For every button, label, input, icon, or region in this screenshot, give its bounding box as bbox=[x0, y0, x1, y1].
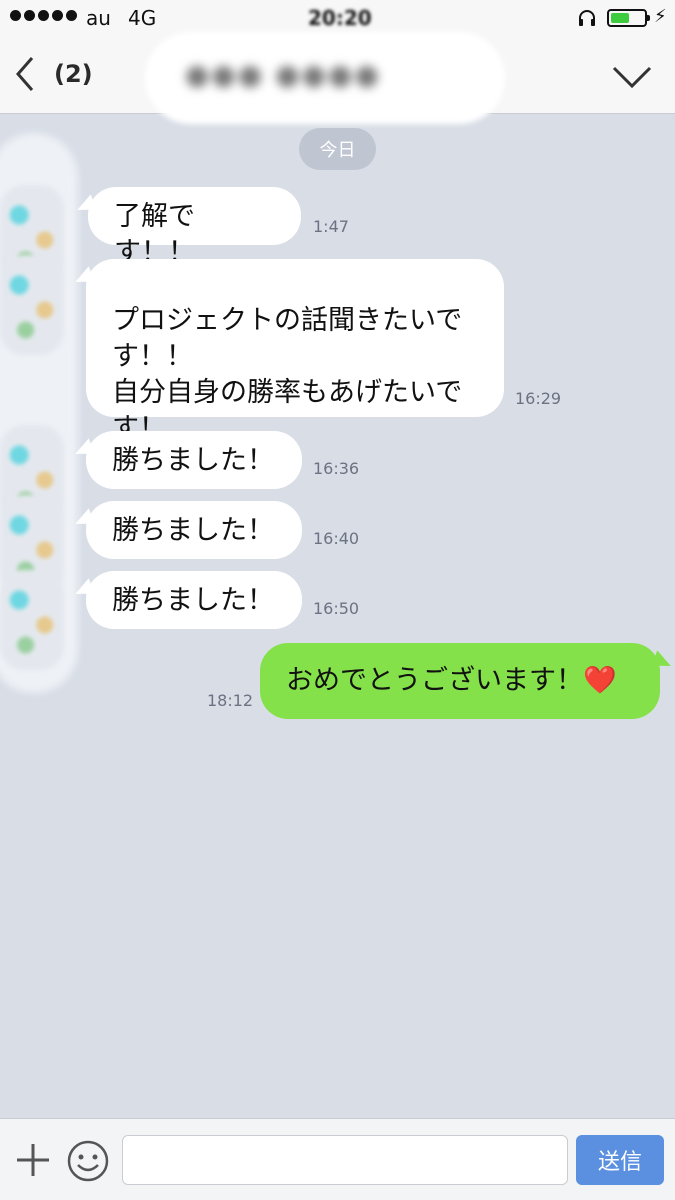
chat-area[interactable]: 今日 了解です！！ 1:47 プロジェクトの話聞きたいで す！！ 自分自身の勝率… bbox=[0, 115, 675, 1118]
message-time: 1:47 bbox=[313, 217, 349, 236]
chat-header: (2) ●●● ●●●● bbox=[0, 32, 675, 124]
heart-icon: ❤️ bbox=[583, 665, 617, 696]
headphone-icon bbox=[579, 10, 595, 26]
send-button[interactable]: 送信 bbox=[576, 1135, 664, 1185]
message-text: 了解です！！ bbox=[114, 201, 195, 268]
message-bubble[interactable]: 勝ちました！ bbox=[86, 501, 302, 559]
back-button[interactable]: (2) bbox=[8, 50, 103, 98]
avatar[interactable] bbox=[0, 570, 64, 670]
signal-strength-icon bbox=[10, 10, 77, 21]
message-text: 勝ちました！ bbox=[112, 585, 274, 616]
message-text: 勝ちました！ bbox=[112, 445, 274, 476]
message-input[interactable] bbox=[122, 1135, 568, 1185]
date-separator: 今日 bbox=[299, 128, 376, 170]
message-time: 16:36 bbox=[313, 459, 360, 478]
message-bubble[interactable]: プロジェクトの話聞きたいで す！！ 自分自身の勝率もあげたいで す！ bbox=[86, 259, 504, 444]
avatar[interactable] bbox=[0, 255, 64, 355]
message-time: 16:40 bbox=[313, 529, 360, 548]
message-bubble[interactable]: おめでとうございます！❤️ bbox=[260, 643, 660, 719]
carrier-name: au bbox=[86, 6, 111, 30]
message-input-bar: 送信 bbox=[0, 1118, 675, 1200]
battery-level bbox=[611, 13, 629, 23]
plus-icon[interactable] bbox=[14, 1141, 52, 1179]
chat-title: ●●● ●●●● bbox=[185, 58, 381, 91]
message-bubble[interactable]: 了解です！！ bbox=[88, 187, 301, 268]
status-bar: au 4G 20:20 ⚡ bbox=[0, 0, 675, 36]
status-time: 20:20 bbox=[308, 6, 372, 30]
charging-icon: ⚡ bbox=[654, 6, 667, 27]
message-time: 16:50 bbox=[313, 599, 360, 618]
message-text: おめでとうございます！ bbox=[286, 665, 583, 696]
chevron-down-icon[interactable] bbox=[606, 58, 658, 94]
message-bubble[interactable]: 勝ちました！ bbox=[86, 431, 302, 489]
message-text: プロジェクトの話聞きたいで す！！ 自分自身の勝率もあげたいで す！ bbox=[112, 305, 463, 444]
chevron-left-icon bbox=[16, 57, 34, 91]
battery-icon bbox=[607, 9, 650, 27]
message-time: 18:12 bbox=[207, 691, 254, 710]
message-time: 16:29 bbox=[515, 389, 562, 408]
emoji-icon[interactable] bbox=[66, 1139, 110, 1183]
message-bubble[interactable]: 勝ちました！ bbox=[86, 571, 302, 629]
message-text: 勝ちました！ bbox=[112, 515, 274, 546]
network-type: 4G bbox=[128, 6, 157, 30]
unread-count: (2) bbox=[54, 60, 93, 88]
